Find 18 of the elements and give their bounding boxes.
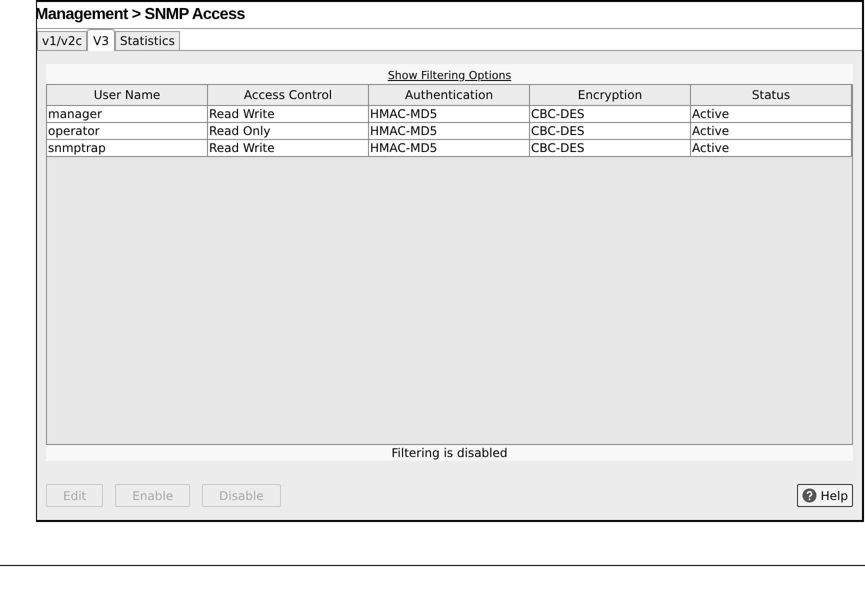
column-header[interactable]: Encryption xyxy=(530,85,691,106)
column-header[interactable]: Status xyxy=(691,85,852,106)
help-icon xyxy=(802,488,817,503)
table-cell: snmptrap xyxy=(47,140,208,157)
tab[interactable]: v1/v2c xyxy=(37,31,88,50)
filter-status: Filtering is disabled xyxy=(392,445,508,462)
window-title: Management > SNMP Access xyxy=(35,5,245,25)
tab[interactable]: V3 xyxy=(87,29,115,51)
table-cell: Read Write xyxy=(208,140,369,157)
column-header[interactable]: User Name xyxy=(47,85,208,106)
table-cell: Active xyxy=(691,140,852,157)
help-button[interactable]: Help xyxy=(796,484,853,507)
table-cell: HMAC-MD5 xyxy=(369,140,530,157)
filter-options-link[interactable]: Show Filtering Options xyxy=(388,68,512,84)
column-header[interactable]: Access Control xyxy=(208,85,369,106)
column-header[interactable]: Authentication xyxy=(369,85,530,106)
tab[interactable]: Statistics xyxy=(114,31,180,50)
table-cell: CBC-DES xyxy=(530,140,691,157)
